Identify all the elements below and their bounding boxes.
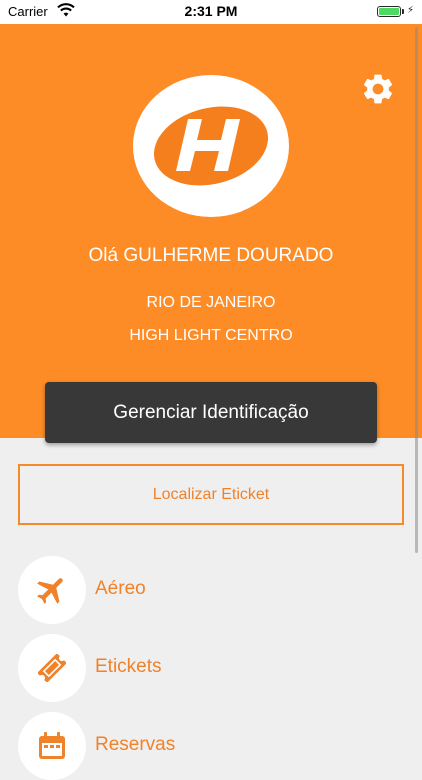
menu-icon-circle	[18, 712, 86, 780]
menu-item-label: Aéreo	[95, 578, 146, 599]
scrollbar[interactable]	[415, 27, 418, 553]
calendar-icon	[39, 732, 65, 759]
locate-eticket-button[interactable]: Localizar Eticket	[18, 464, 404, 525]
city-text: RIO DE JANEIRO	[146, 294, 276, 311]
gear-icon[interactable]	[360, 71, 396, 107]
menu-item-reservas[interactable]: Reservas	[18, 712, 404, 780]
status-bar: Carrier 2:31 PM ⚡	[0, 0, 422, 24]
ticket-icon	[37, 653, 67, 683]
logo-emblem-icon	[153, 106, 269, 186]
charging-icon: ⚡	[407, 5, 415, 16]
menu-icon-circle	[18, 556, 86, 624]
menu-item-aereo[interactable]: Aéreo	[18, 556, 404, 624]
menu-icon-circle	[18, 634, 86, 702]
manage-identification-button[interactable]: Gerenciar Identificação	[45, 382, 377, 443]
greeting-text: Olá GULHERME DOURADO	[88, 245, 334, 266]
battery-icon	[377, 6, 401, 17]
menu-item-label: Etickets	[95, 656, 162, 677]
menu-item-label: Reservas	[95, 734, 176, 755]
battery-cap	[402, 9, 404, 14]
profile-header: Olá GULHERME DOURADO RIO DE JANEIRO HIGH…	[0, 24, 422, 443]
branch-text: HIGH LIGHT CENTRO	[129, 327, 293, 344]
company-logo	[133, 75, 289, 217]
clock: 2:31 PM	[184, 3, 238, 19]
airplane-icon	[37, 578, 63, 604]
menu-item-etickets[interactable]: Etickets	[18, 634, 404, 702]
